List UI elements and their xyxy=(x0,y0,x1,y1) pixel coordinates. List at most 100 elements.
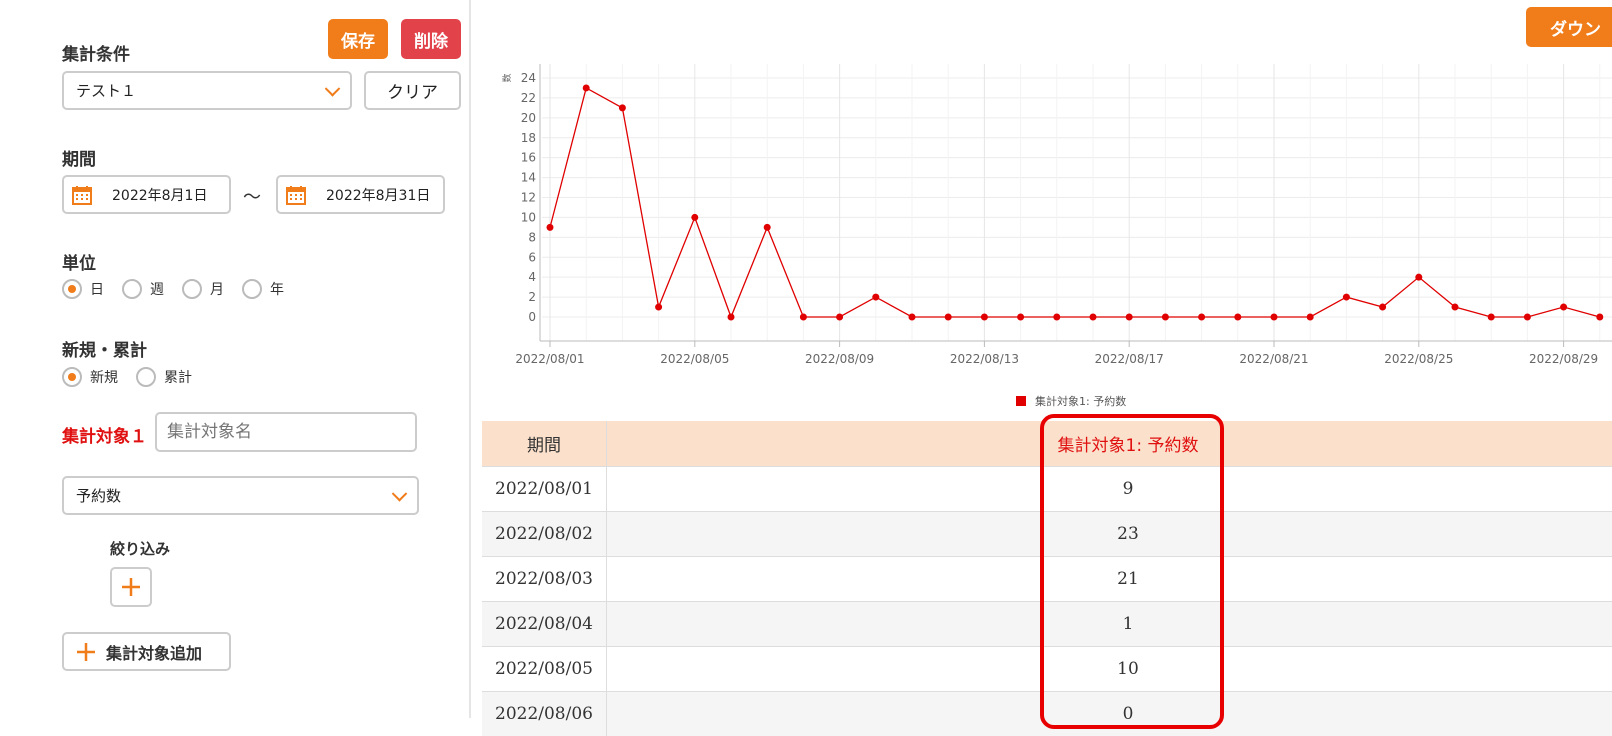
metric-select[interactable]: 予約数 xyxy=(62,476,419,515)
period-label: 期間 xyxy=(62,145,96,170)
data-point xyxy=(1053,314,1060,321)
unit-radio-month[interactable] xyxy=(182,279,202,299)
panel-divider xyxy=(469,0,471,718)
data-point xyxy=(728,314,735,321)
filter-label: 絞り込み xyxy=(110,538,170,559)
unit-radio-group: 日 週 月 年 xyxy=(62,279,284,299)
y-tick-label: 6 xyxy=(528,250,536,264)
legend-swatch xyxy=(1016,396,1026,406)
data-point xyxy=(764,224,771,231)
date-to-value: 2022年8月31日 xyxy=(326,185,430,205)
x-tick-label: 2022/08/21 xyxy=(1239,352,1308,366)
table-row: 2022/08/041 xyxy=(482,602,1612,647)
data-point xyxy=(836,314,843,321)
data-point xyxy=(945,314,952,321)
data-point xyxy=(1271,314,1278,321)
unit-radio-day[interactable] xyxy=(62,279,82,299)
add-target-button[interactable]: 集計対象追加 xyxy=(62,632,231,671)
x-tick-label: 2022/08/05 xyxy=(660,352,729,366)
y-tick-label: 12 xyxy=(521,191,536,205)
y-tick-label: 0 xyxy=(528,310,536,324)
table-header-period: 期間 xyxy=(482,421,607,467)
data-point xyxy=(1090,314,1097,321)
row-period: 2022/08/06 xyxy=(482,692,607,736)
data-point xyxy=(1524,314,1531,321)
data-point xyxy=(872,294,879,301)
unit-option-label: 日 xyxy=(90,279,104,299)
y-tick-label: 8 xyxy=(528,230,536,244)
x-tick-label: 2022/08/25 xyxy=(1384,352,1453,366)
unit-option-label: 月 xyxy=(210,279,224,299)
y-tick-label: 4 xyxy=(528,270,536,284)
x-tick-label: 2022/08/01 xyxy=(515,352,584,366)
row-value: 21 xyxy=(1047,557,1209,602)
radio-new[interactable] xyxy=(62,367,82,387)
data-point xyxy=(655,304,662,311)
row-period: 2022/08/04 xyxy=(482,602,607,647)
row-period: 2022/08/03 xyxy=(482,557,607,602)
data-point xyxy=(1234,314,1241,321)
data-point xyxy=(1126,314,1133,321)
chevron-down-icon xyxy=(325,81,341,97)
x-tick-label: 2022/08/13 xyxy=(950,352,1019,366)
table-row: 2022/08/05 10 xyxy=(482,647,1612,692)
data-point xyxy=(1307,314,1314,321)
table-row: 2022/08/03 21 xyxy=(482,557,1612,602)
data-table: 期間 集計対象1: 予約数 2022/08/01 9 2022/08/02 23 2… xyxy=(482,421,1612,736)
new-cum-label: 新規・累計 xyxy=(62,336,147,361)
date-from-field[interactable]: 2022年8月1日 xyxy=(62,175,231,214)
data-point xyxy=(1017,314,1024,321)
y-tick-label: 10 xyxy=(521,210,536,224)
row-period: 2022/08/05 xyxy=(482,647,607,692)
table-header-blank xyxy=(607,421,1048,467)
radio-cumulative[interactable] xyxy=(136,367,156,387)
target-name-input[interactable] xyxy=(155,412,417,452)
cumulative-option-label: 累計 xyxy=(164,367,192,387)
table-row: 2022/08/06 0 xyxy=(482,692,1612,736)
data-point xyxy=(1343,294,1350,301)
unit-radio-year[interactable] xyxy=(242,279,262,299)
clear-button[interactable]: クリア xyxy=(364,71,461,110)
conditions-select-value: テスト１ xyxy=(76,80,136,101)
unit-label: 単位 xyxy=(62,249,96,274)
y-tick-label: 24 xyxy=(521,71,536,85)
metric-select-value: 予約数 xyxy=(76,485,121,506)
chevron-down-icon xyxy=(392,486,408,502)
data-point xyxy=(909,314,916,321)
legend-label: 集計対象1: 予約数 xyxy=(1035,394,1126,408)
add-filter-button[interactable] xyxy=(110,567,152,607)
date-from-value: 2022年8月1日 xyxy=(112,185,207,205)
download-button[interactable]: ダウン xyxy=(1526,7,1612,47)
line-chart: 024681012141618202224 2022/08/012022/08/… xyxy=(482,50,1612,415)
data-point xyxy=(1162,314,1169,321)
data-point xyxy=(691,214,698,221)
row-value: 0 xyxy=(1047,692,1209,736)
calendar-icon xyxy=(286,185,306,205)
data-point xyxy=(1415,274,1422,281)
y-axis-label: 数 xyxy=(501,73,513,82)
table-header-value: 集計対象1: 予約数 xyxy=(1047,421,1209,467)
x-tick-label: 2022/08/09 xyxy=(805,352,874,366)
date-to-field[interactable]: 2022年8月31日 xyxy=(276,175,445,214)
row-period: 2022/08/01 xyxy=(482,467,607,512)
date-separator: 〜 xyxy=(243,183,261,209)
save-button[interactable]: 保存 xyxy=(328,19,388,59)
row-value: 9 xyxy=(1047,467,1209,512)
data-point xyxy=(1198,314,1205,321)
row-period: 2022/08/02 xyxy=(482,512,607,557)
conditions-select[interactable]: テスト１ xyxy=(62,71,352,110)
data-point xyxy=(547,224,554,231)
data-point xyxy=(1452,304,1459,311)
series-line xyxy=(550,88,1600,317)
y-tick-label: 22 xyxy=(521,91,536,105)
y-tick-label: 18 xyxy=(521,131,536,145)
new-option-label: 新規 xyxy=(90,367,118,387)
row-value: 23 xyxy=(1047,512,1209,557)
row-value: 10 xyxy=(1047,647,1209,692)
delete-button[interactable]: 削除 xyxy=(401,19,461,59)
target-label: 集計対象１ xyxy=(62,422,147,447)
data-point xyxy=(583,84,590,91)
plus-icon xyxy=(76,642,96,662)
unit-radio-week[interactable] xyxy=(122,279,142,299)
table-header-rest xyxy=(1209,421,1612,467)
